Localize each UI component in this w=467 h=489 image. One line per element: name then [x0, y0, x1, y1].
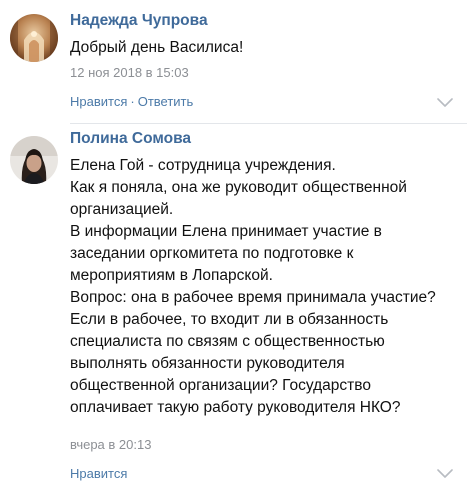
comment-text-line: В информации Елена принимает участие в — [70, 223, 382, 240]
chevron-down-icon[interactable] — [437, 469, 453, 479]
like-link[interactable]: Нравится — [70, 94, 127, 109]
comment-text-line: Елена Гой - сотрудница учреждения. — [70, 157, 336, 174]
chevron-down-icon[interactable] — [437, 98, 453, 108]
actions-separator: · — [130, 94, 135, 109]
comment-text: Добрый день Василиса! — [70, 37, 243, 59]
comment-text-line: оплачивает такую работу руководителя НКО… — [70, 399, 401, 416]
comment-text-line: специалиста по связям с общественностью — [70, 333, 385, 350]
comment-date: вчера в 20:13 — [70, 437, 152, 452]
comment-author[interactable]: Надежда Чупрова — [70, 12, 208, 30]
comment-item: Надежда Чупрова Добрый день Василиса! 12… — [0, 0, 467, 124]
comment-text-line: Если в рабочее, то входит ли в обязаннос… — [70, 311, 389, 328]
reply-link[interactable]: Ответить — [138, 94, 194, 109]
avatar[interactable] — [10, 136, 58, 184]
comment-text-line: мероприятиям в Лопарской. — [70, 267, 273, 284]
comment-text-line: организацией. — [70, 201, 174, 218]
comment-item: Полина Сомова Елена Гой - сотрудница учр… — [0, 124, 467, 489]
woman-photo-avatar-icon — [10, 136, 58, 184]
avatar[interactable] — [10, 14, 58, 62]
comment-text-line: Добрый день Василиса! — [70, 39, 244, 56]
comment-text-line: заседании оргкомитета по подготовке к — [70, 245, 354, 262]
comment-date: 12 ноя 2018 в 15:03 — [70, 65, 189, 80]
comment-actions: Нравится · Ответить — [70, 94, 193, 109]
comment-author[interactable]: Полина Сомова — [70, 130, 191, 148]
comment-text-line: Вопрос: она в рабочее время принимала уч… — [70, 289, 436, 306]
comment-text-line: общественной организации? Государство — [70, 377, 371, 394]
like-link[interactable]: Нравится — [70, 466, 127, 481]
comment-text-line: выполнять обязанности руководителя — [70, 355, 345, 372]
comment-text-line: Как я поняла, она же руководит обществен… — [70, 179, 407, 196]
church-photo-avatar-icon — [10, 14, 58, 62]
comment-text: Елена Гой - сотрудница учреждения. Как я… — [70, 155, 436, 419]
comment-actions: Нравится — [70, 466, 127, 481]
